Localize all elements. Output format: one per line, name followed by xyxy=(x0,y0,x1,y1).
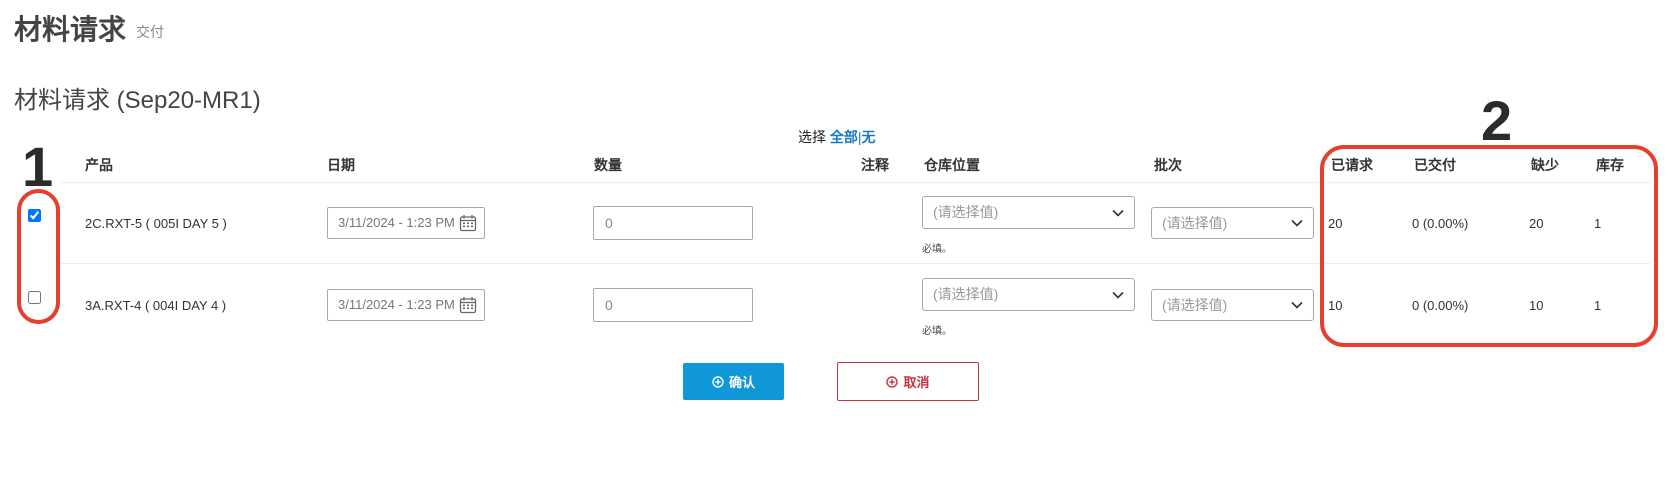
calendar-icon[interactable] xyxy=(459,296,477,314)
date-input[interactable]: 3/11/2024 - 1:23 PM xyxy=(327,289,485,321)
circle-plus-icon xyxy=(886,375,899,388)
annotation-marker-2: 2 xyxy=(1481,89,1513,152)
select-label: 选择 xyxy=(798,129,826,145)
column-header-location: 仓库位置 xyxy=(924,157,980,173)
location-select[interactable]: (请选择值) xyxy=(922,196,1135,229)
select-none-link[interactable]: 无 xyxy=(862,129,876,145)
location-placeholder: (请选择值) xyxy=(933,286,999,302)
page-title: 材料请求 xyxy=(14,14,127,45)
column-header-note: 注释 xyxy=(861,157,889,173)
batch-select[interactable]: (请选择值) xyxy=(1151,207,1314,239)
annotation-outline-totals xyxy=(1320,145,1658,347)
circle-plus-icon xyxy=(712,375,724,388)
chevron-down-icon xyxy=(1112,291,1124,299)
page-subtitle: 交付 xyxy=(136,24,164,40)
batch-select[interactable]: (请选择值) xyxy=(1151,289,1314,321)
column-header-batch: 批次 xyxy=(1154,157,1182,173)
chevron-down-icon xyxy=(1112,209,1124,217)
location-select[interactable]: (请选择值) xyxy=(922,278,1135,311)
chevron-down-icon xyxy=(1291,219,1303,227)
column-header-quantity: 数量 xyxy=(594,157,622,173)
material-request-page: 材料请求 交付 材料请求 (Sep20-MR1) 选择 全部|无 产品 日期 数… xyxy=(0,0,1673,483)
select-row: 选择 全部|无 xyxy=(798,127,876,147)
date-value: 3/11/2024 - 1:23 PM xyxy=(338,215,455,230)
column-header-product: 产品 xyxy=(85,157,113,173)
select-all-link[interactable]: 全部 xyxy=(830,129,858,145)
quantity-input[interactable] xyxy=(593,206,753,240)
chevron-down-icon xyxy=(1291,301,1303,309)
cancel-button[interactable]: 取消 xyxy=(837,362,979,401)
calendar-icon[interactable] xyxy=(459,214,477,232)
location-required-note: 必填。 xyxy=(922,244,952,255)
date-input[interactable]: 3/11/2024 - 1:23 PM xyxy=(327,207,485,239)
date-value: 3/11/2024 - 1:23 PM xyxy=(338,297,455,312)
quantity-input[interactable] xyxy=(593,288,753,322)
batch-placeholder: (请选择值) xyxy=(1162,215,1228,231)
product-cell: 2C.RXT-5 ( 005I DAY 5 ) xyxy=(85,216,227,231)
confirm-button[interactable]: 确认 xyxy=(683,363,784,400)
section-title: 材料请求 (Sep20-MR1) xyxy=(14,87,261,114)
batch-placeholder: (请选择值) xyxy=(1162,297,1228,313)
location-placeholder: (请选择值) xyxy=(933,204,999,220)
product-cell: 3A.RXT-4 ( 004I DAY 4 ) xyxy=(85,298,227,313)
annotation-outline-checkboxes xyxy=(17,189,60,324)
cancel-label: 取消 xyxy=(903,375,930,390)
column-header-date: 日期 xyxy=(327,157,355,173)
location-required-note: 必填。 xyxy=(922,326,952,337)
confirm-label: 确认 xyxy=(728,375,755,390)
